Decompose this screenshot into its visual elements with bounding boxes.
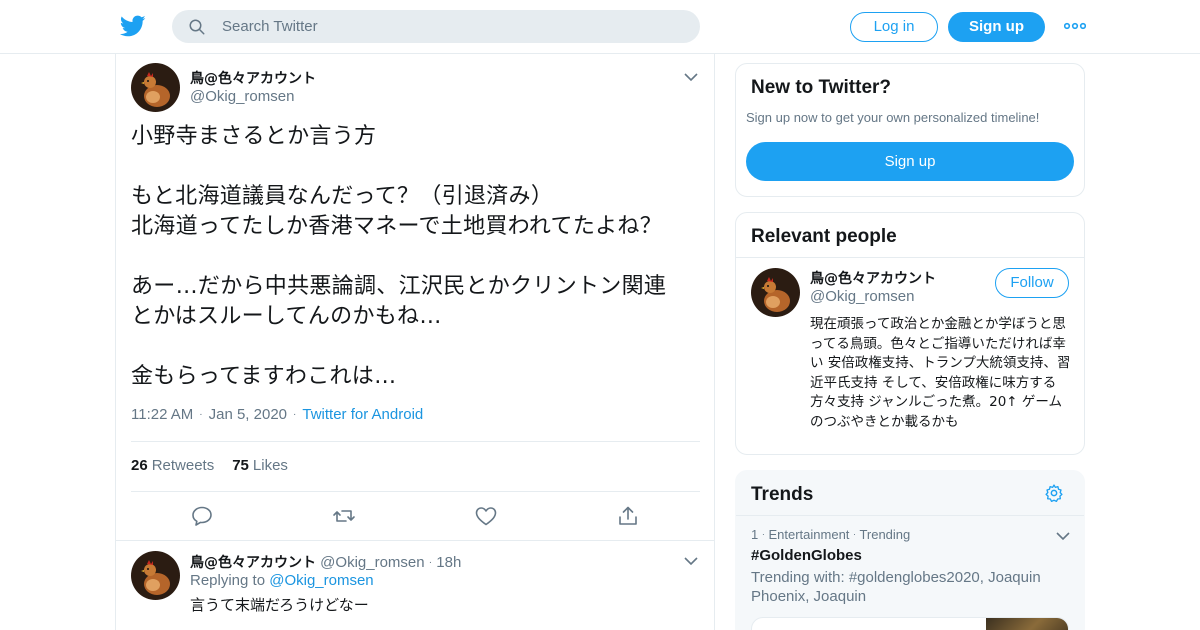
- likes-count: 75: [232, 457, 249, 474]
- reply-icon[interactable]: [190, 504, 214, 528]
- person-bio: 現在頑張って政治とか金融とか学ぼうと思ってる鳥頭。色々とご指導いただければ幸い …: [810, 316, 1071, 430]
- retweets-count: 26: [131, 457, 148, 474]
- retweet-icon[interactable]: [332, 504, 356, 528]
- author-handle[interactable]: @Okig_romsen: [190, 88, 294, 105]
- sidebar-signup-button[interactable]: Sign up: [746, 142, 1074, 181]
- divider: [116, 540, 714, 541]
- tweet-meta: 11:22 AM · Jan 5, 2020 · Twitter for Android: [131, 406, 423, 423]
- trend-category: Entertainment: [768, 527, 850, 542]
- relevant-people-card: Relevant people 鳥@色々アカウント @Okig_romsen F…: [735, 212, 1085, 455]
- separator-dot: ·: [428, 557, 433, 568]
- chicken-avatar-icon: [131, 551, 180, 600]
- trend-media-card[interactable]: [751, 617, 1069, 630]
- trend-with: Trending with: #goldenglobes2020, Joaqui…: [751, 569, 1041, 605]
- author-name[interactable]: 鳥@色々アカウント: [190, 68, 316, 88]
- chevron-down-icon[interactable]: [1056, 531, 1070, 541]
- tweet-stats: 26 Retweets 75 Likes: [131, 457, 288, 474]
- follow-button[interactable]: Follow: [995, 268, 1069, 298]
- trend-status: Trending: [859, 527, 911, 542]
- chicken-avatar-icon: [131, 63, 180, 112]
- reply-age[interactable]: 18h: [436, 554, 461, 571]
- replying-to: Replying to @Okig_romsen: [190, 572, 374, 589]
- card-subtitle: Sign up now to get your own personalized…: [746, 110, 1040, 125]
- reply-author-line: 鳥@色々アカウント @Okig_romsen · 18h: [190, 552, 461, 572]
- reply-author-handle[interactable]: @Okig_romsen: [320, 554, 424, 571]
- search-box: [172, 10, 700, 43]
- like-icon[interactable]: [474, 504, 498, 528]
- likes-stat[interactable]: 75 Likes: [232, 457, 288, 474]
- card-title: New to Twitter?: [751, 77, 892, 98]
- login-button[interactable]: Log in: [850, 12, 938, 42]
- replying-prefix: Replying to: [190, 572, 266, 589]
- trend-thumbnail-image: [986, 618, 1068, 630]
- person-handle[interactable]: @Okig_romsen: [810, 288, 914, 305]
- divider: [736, 515, 1084, 516]
- card-title: Relevant people: [751, 226, 897, 247]
- separator-dot: ·: [293, 409, 297, 420]
- tweet-text: 小野寺まさるとか言う方 もと北海道議員なんだって？（引退済み） 北海道ってたしか…: [131, 124, 667, 389]
- separator-dot: ·: [199, 409, 203, 420]
- gear-icon[interactable]: [1044, 483, 1064, 503]
- share-icon[interactable]: [616, 504, 640, 528]
- retweets-stat[interactable]: 26 Retweets: [131, 457, 214, 474]
- reply-author-name[interactable]: 鳥@色々アカウント: [190, 555, 316, 571]
- divider: [736, 257, 1084, 258]
- tweet-time[interactable]: 11:22 AM: [131, 406, 193, 423]
- tweet-source[interactable]: Twitter for Android: [302, 406, 423, 423]
- new-to-twitter-card: New to Twitter? Sign up now to get your …: [735, 63, 1085, 197]
- search-icon: [189, 19, 205, 35]
- trend-rank: 1: [751, 527, 759, 542]
- trends-card: Trends 1 · Entertainment · Trending #Gol…: [735, 470, 1085, 630]
- twitter-logo-icon[interactable]: [120, 13, 146, 39]
- more-options-icon[interactable]: [1064, 18, 1086, 34]
- person-avatar[interactable]: [751, 268, 800, 317]
- avatar[interactable]: [131, 63, 180, 112]
- signup-button[interactable]: Sign up: [948, 12, 1045, 42]
- trend-name[interactable]: #GoldenGlobes: [751, 547, 862, 564]
- likes-label: Likes: [252, 457, 288, 474]
- replying-handle-link[interactable]: @Okig_romsen: [269, 572, 373, 589]
- retweets-label: Retweets: [151, 457, 215, 474]
- divider: [131, 491, 700, 492]
- tweet-column: 鳥@色々アカウント @Okig_romsen 小野寺まさるとか言う方 もと北海道…: [115, 54, 715, 630]
- top-bar: Log in Sign up: [0, 0, 1200, 54]
- reply-avatar[interactable]: [131, 551, 180, 600]
- chevron-down-icon[interactable]: [684, 556, 698, 566]
- trend-meta: 1 · Entertainment · Trending: [751, 527, 911, 542]
- reply-text: 言うて末端だろうけどなー: [190, 596, 369, 614]
- card-title: Trends: [751, 484, 814, 505]
- chevron-down-icon[interactable]: [684, 72, 698, 82]
- divider: [131, 441, 700, 442]
- person-name[interactable]: 鳥@色々アカウント: [810, 268, 936, 288]
- chicken-avatar-icon: [751, 268, 800, 317]
- tweet-date[interactable]: Jan 5, 2020: [209, 406, 287, 423]
- search-input[interactable]: [222, 10, 682, 43]
